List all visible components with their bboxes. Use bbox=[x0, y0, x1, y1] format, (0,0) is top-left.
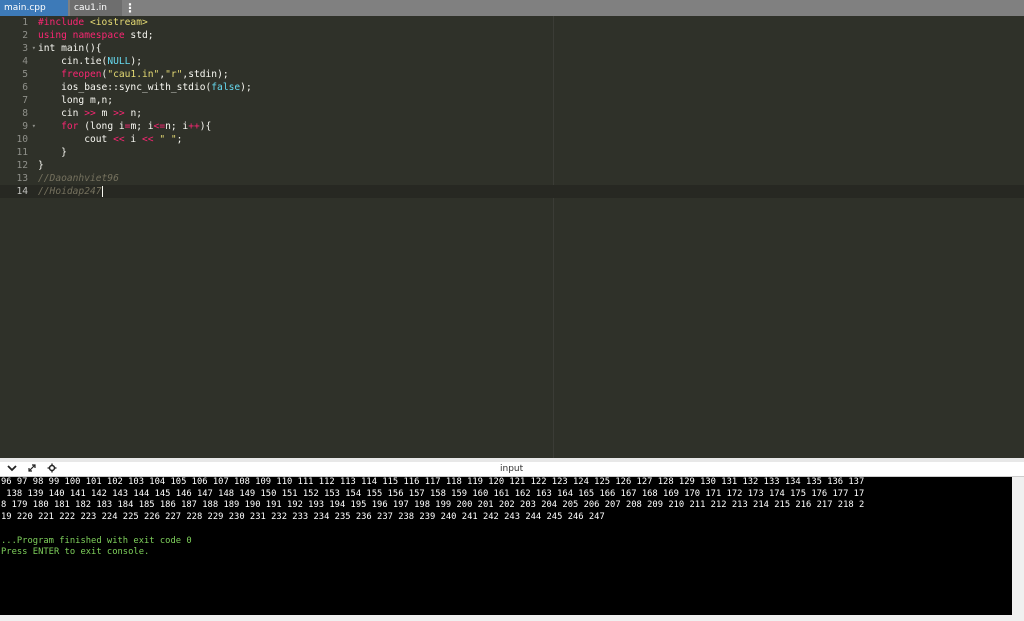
line-number: 8 bbox=[22, 108, 28, 119]
line-number: 11 bbox=[16, 147, 28, 158]
line-number: 2 bbox=[22, 30, 28, 41]
console-output[interactable]: 96 97 98 99 100 101 102 103 104 105 106 … bbox=[0, 477, 1012, 615]
code-line: long m,n; bbox=[38, 95, 114, 106]
program-output-line: 138 139 140 141 142 143 144 145 146 147 … bbox=[1, 488, 865, 499]
tab-label: cau1.in bbox=[74, 3, 107, 13]
code-line: cin.tie(NULL); bbox=[38, 56, 142, 67]
text-cursor bbox=[101, 185, 103, 197]
code-lines[interactable]: #include <iostream> using namespace std;… bbox=[36, 16, 1024, 198]
line-number: 4 bbox=[22, 56, 28, 67]
program-output-line: 19 220 221 222 223 224 225 226 227 228 2… bbox=[1, 512, 605, 523]
code-line: } bbox=[38, 160, 44, 171]
code-line: //Daoanhviet96 bbox=[38, 173, 119, 184]
editor-gutter: 1234567891011121314 bbox=[0, 16, 36, 458]
console-scrollbar[interactable] bbox=[1012, 477, 1024, 615]
tab-label: main.cpp bbox=[4, 3, 46, 13]
tab-main-cpp[interactable]: main.cpp bbox=[0, 0, 68, 16]
code-line: cout << i << " "; bbox=[38, 134, 183, 145]
code-line: int main(){ bbox=[38, 43, 102, 54]
code-line: for (long i=m; i<=n; i++){ bbox=[61, 121, 212, 132]
code-line: cin >> m >> n; bbox=[38, 108, 142, 119]
vertical-dots-icon[interactable]: ⋮ bbox=[124, 0, 136, 16]
line-number: 6 bbox=[22, 82, 28, 93]
chevron-down-icon[interactable] bbox=[6, 463, 18, 475]
line-number: 14 bbox=[0, 185, 36, 198]
code-editor[interactable]: 1234567891011121314 #include <iostream> … bbox=[0, 16, 1024, 458]
program-output-line: 96 97 98 99 100 101 102 103 104 105 106 … bbox=[1, 477, 865, 487]
line-number: 13 bbox=[16, 173, 28, 184]
line-number: 10 bbox=[16, 134, 28, 145]
bottom-strip bbox=[0, 615, 1024, 621]
program-output-line: 8 179 180 181 182 183 184 185 186 187 18… bbox=[1, 500, 865, 511]
line-number: 12 bbox=[16, 160, 28, 171]
code-line: #include <iostream> bbox=[38, 17, 148, 28]
exit-status-line: ...Program finished with exit code 0 bbox=[1, 535, 192, 546]
press-enter-line: Press ENTER to exit console. bbox=[1, 547, 150, 558]
settings-icon[interactable] bbox=[46, 463, 58, 475]
expand-icon[interactable] bbox=[26, 463, 38, 475]
line-number: 7 bbox=[22, 95, 28, 106]
code-line: } bbox=[38, 147, 67, 158]
line-number: 9 bbox=[0, 120, 36, 133]
tab-bar: main.cpp cau1.in ⋮ bbox=[0, 0, 1024, 16]
line-number: 5 bbox=[22, 69, 28, 80]
line-number: 1 bbox=[22, 17, 28, 28]
line-numbers: 1234567891011121314 bbox=[0, 16, 36, 198]
tab-cau1-in[interactable]: cau1.in bbox=[70, 0, 122, 16]
io-panel-title: input bbox=[500, 464, 524, 474]
code-line: freopen("cau1.in","r",stdin); bbox=[61, 69, 229, 80]
io-toolbar: input bbox=[0, 462, 1024, 477]
line-number: 3 bbox=[0, 42, 36, 55]
code-line: ios_base::sync_with_stdio(false); bbox=[38, 82, 252, 93]
code-line-active: //Hoidap247 bbox=[36, 185, 1024, 198]
code-line: using namespace std; bbox=[38, 30, 154, 41]
